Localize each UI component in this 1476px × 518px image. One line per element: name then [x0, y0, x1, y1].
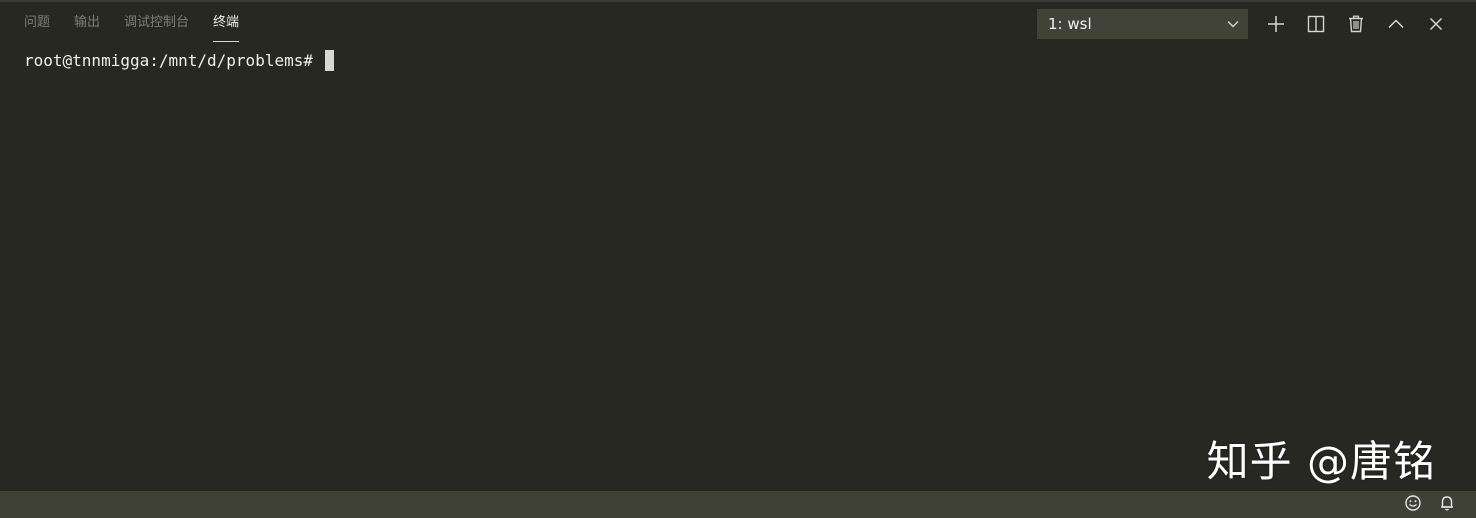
- chevron-down-icon: [1226, 17, 1240, 31]
- close-icon: [1428, 16, 1444, 32]
- tab-output[interactable]: 输出: [62, 0, 112, 46]
- tab-terminal[interactable]: 终端: [201, 0, 251, 46]
- terminal-panel: 问题 输出 调试控制台 终端 1: wsl root@tnnmigga:/mnt…: [0, 0, 1476, 518]
- notifications-button[interactable]: [1430, 491, 1464, 518]
- terminal-prompt: root@tnnmigga:/mnt/d/problems#: [24, 51, 323, 70]
- panel-tabs: 问题 输出 调试控制台 终端: [12, 0, 251, 46]
- terminal-select[interactable]: 1: wsl: [1037, 9, 1248, 39]
- feedback-button[interactable]: [1396, 491, 1430, 518]
- maximize-panel-button[interactable]: [1376, 9, 1416, 39]
- close-panel-button[interactable]: [1416, 9, 1456, 39]
- terminal-cursor: [324, 50, 334, 71]
- split-icon: [1307, 15, 1325, 33]
- terminal-select-value: 1: wsl: [1048, 15, 1092, 33]
- kill-terminal-button[interactable]: [1336, 9, 1376, 39]
- trash-icon: [1347, 15, 1365, 33]
- tab-debug-console[interactable]: 调试控制台: [112, 0, 201, 46]
- plus-icon: [1267, 15, 1285, 33]
- tab-problems[interactable]: 问题: [12, 0, 62, 46]
- terminal-output[interactable]: root@tnnmigga:/mnt/d/problems#: [24, 50, 1456, 488]
- split-terminal-button[interactable]: [1296, 9, 1336, 39]
- status-bar: [0, 491, 1476, 518]
- panel-actions: 1: wsl: [1037, 8, 1456, 40]
- bell-icon: [1438, 494, 1456, 516]
- new-terminal-button[interactable]: [1256, 9, 1296, 39]
- smiley-icon: [1404, 494, 1422, 516]
- watermark: 知乎 @唐铭: [1206, 437, 1436, 486]
- chevron-up-icon: [1387, 15, 1405, 33]
